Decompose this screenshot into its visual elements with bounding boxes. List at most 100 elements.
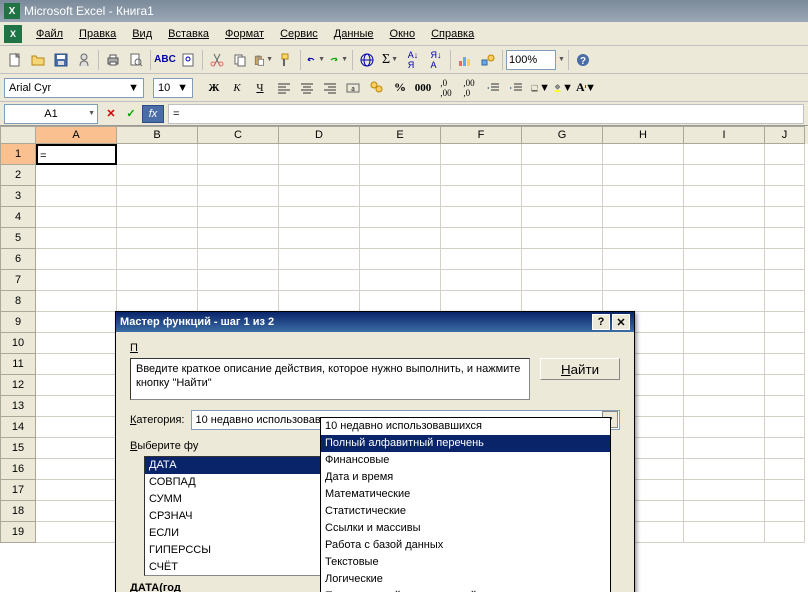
cell[interactable]	[36, 522, 117, 543]
row-header[interactable]: 12	[0, 375, 36, 396]
select-all-corner[interactable]	[0, 126, 36, 144]
wizard-titlebar[interactable]: Мастер функций - шаг 1 из 2 ? ✕	[116, 312, 634, 332]
undo-icon[interactable]: ▼	[304, 49, 326, 71]
cell[interactable]	[36, 417, 117, 438]
cell[interactable]	[765, 144, 805, 165]
new-doc-icon[interactable]	[4, 49, 26, 71]
cell[interactable]	[522, 249, 603, 270]
row-header[interactable]: 17	[0, 480, 36, 501]
excel-doc-icon[interactable]: X	[4, 25, 22, 43]
align-left-icon[interactable]	[273, 77, 295, 99]
cell[interactable]	[765, 459, 805, 480]
name-box[interactable]: A1 ▼	[4, 104, 98, 124]
cell[interactable]	[765, 375, 805, 396]
cell[interactable]	[522, 270, 603, 291]
cell[interactable]	[36, 354, 117, 375]
cell[interactable]	[279, 270, 360, 291]
comma-style-icon[interactable]: 000	[412, 77, 434, 99]
underline-button[interactable]: Ч	[249, 77, 271, 99]
cell[interactable]	[765, 270, 805, 291]
cell[interactable]	[765, 417, 805, 438]
category-option[interactable]: Проверка свойств и значений	[321, 588, 610, 592]
cell[interactable]	[198, 291, 279, 312]
italic-button[interactable]: К	[226, 77, 248, 99]
autosum-icon[interactable]: Σ▼	[379, 49, 401, 71]
cell[interactable]	[360, 270, 441, 291]
cell[interactable]	[684, 333, 765, 354]
align-right-icon[interactable]	[319, 77, 341, 99]
increase-indent-icon[interactable]	[505, 77, 527, 99]
cell[interactable]	[684, 354, 765, 375]
decrease-decimal-icon[interactable]: ,00,0	[458, 77, 480, 99]
font-select[interactable]: Arial Cyr▼	[4, 78, 144, 98]
menu-tools[interactable]: Сервис	[272, 26, 326, 42]
row-header[interactable]: 9	[0, 312, 36, 333]
row-header[interactable]: 4	[0, 207, 36, 228]
research-icon[interactable]	[177, 49, 199, 71]
row-header[interactable]: 19	[0, 522, 36, 543]
cell[interactable]	[36, 228, 117, 249]
cell[interactable]	[36, 165, 117, 186]
cell[interactable]	[279, 249, 360, 270]
percent-icon[interactable]: %	[389, 77, 411, 99]
cell[interactable]	[360, 249, 441, 270]
sort-asc-icon[interactable]: А↓Я	[402, 49, 424, 71]
menu-file[interactable]: Файл	[28, 26, 71, 42]
category-option[interactable]: Текстовые	[321, 554, 610, 571]
save-icon[interactable]	[50, 49, 72, 71]
cell[interactable]	[360, 291, 441, 312]
cell[interactable]	[441, 186, 522, 207]
category-option[interactable]: Полный алфавитный перечень	[321, 435, 610, 452]
col-header[interactable]: H	[603, 126, 684, 144]
cell[interactable]	[279, 165, 360, 186]
category-option[interactable]: Статистические	[321, 503, 610, 520]
cell[interactable]	[279, 186, 360, 207]
row-header[interactable]: 11	[0, 354, 36, 375]
cell[interactable]	[36, 480, 117, 501]
cell[interactable]	[603, 249, 684, 270]
cell[interactable]	[684, 312, 765, 333]
category-option[interactable]: Логические	[321, 571, 610, 588]
cell[interactable]	[360, 186, 441, 207]
cut-icon[interactable]	[206, 49, 228, 71]
row-header[interactable]: 15	[0, 438, 36, 459]
open-icon[interactable]	[27, 49, 49, 71]
cell[interactable]	[684, 291, 765, 312]
cell[interactable]	[441, 207, 522, 228]
col-header[interactable]: J	[765, 126, 805, 144]
print-icon[interactable]	[102, 49, 124, 71]
cell[interactable]	[360, 207, 441, 228]
cell[interactable]	[684, 501, 765, 522]
cell[interactable]	[684, 375, 765, 396]
sort-desc-icon[interactable]: Я↓А	[425, 49, 447, 71]
cell[interactable]	[441, 165, 522, 186]
formula-input[interactable]: =	[168, 104, 804, 124]
category-option[interactable]: Математические	[321, 486, 610, 503]
search-function-input[interactable]: Введите краткое описание действия, котор…	[130, 358, 530, 400]
cell[interactable]	[603, 270, 684, 291]
cell[interactable]	[36, 186, 117, 207]
category-dropdown-list[interactable]: 10 недавно использовавшихсяПолный алфави…	[320, 417, 611, 592]
cell[interactable]	[765, 522, 805, 543]
cell[interactable]	[765, 354, 805, 375]
cell[interactable]	[441, 228, 522, 249]
row-header[interactable]: 14	[0, 417, 36, 438]
row-header[interactable]: 1	[0, 144, 36, 165]
confirm-formula-icon[interactable]: ✓	[122, 105, 140, 123]
col-header-a[interactable]: A	[36, 126, 117, 144]
borders-icon[interactable]: ▼	[529, 77, 551, 99]
col-header[interactable]: C	[198, 126, 279, 144]
cell[interactable]	[279, 291, 360, 312]
cell[interactable]	[360, 165, 441, 186]
cell[interactable]	[684, 249, 765, 270]
font-size-select[interactable]: 10▼	[153, 78, 193, 98]
cell[interactable]	[684, 270, 765, 291]
cell[interactable]	[198, 186, 279, 207]
find-button[interactable]: Найти	[540, 358, 620, 380]
col-header[interactable]: E	[360, 126, 441, 144]
row-header[interactable]: 2	[0, 165, 36, 186]
col-header[interactable]: B	[117, 126, 198, 144]
cell[interactable]	[603, 207, 684, 228]
cell[interactable]	[36, 501, 117, 522]
cell[interactable]	[117, 228, 198, 249]
